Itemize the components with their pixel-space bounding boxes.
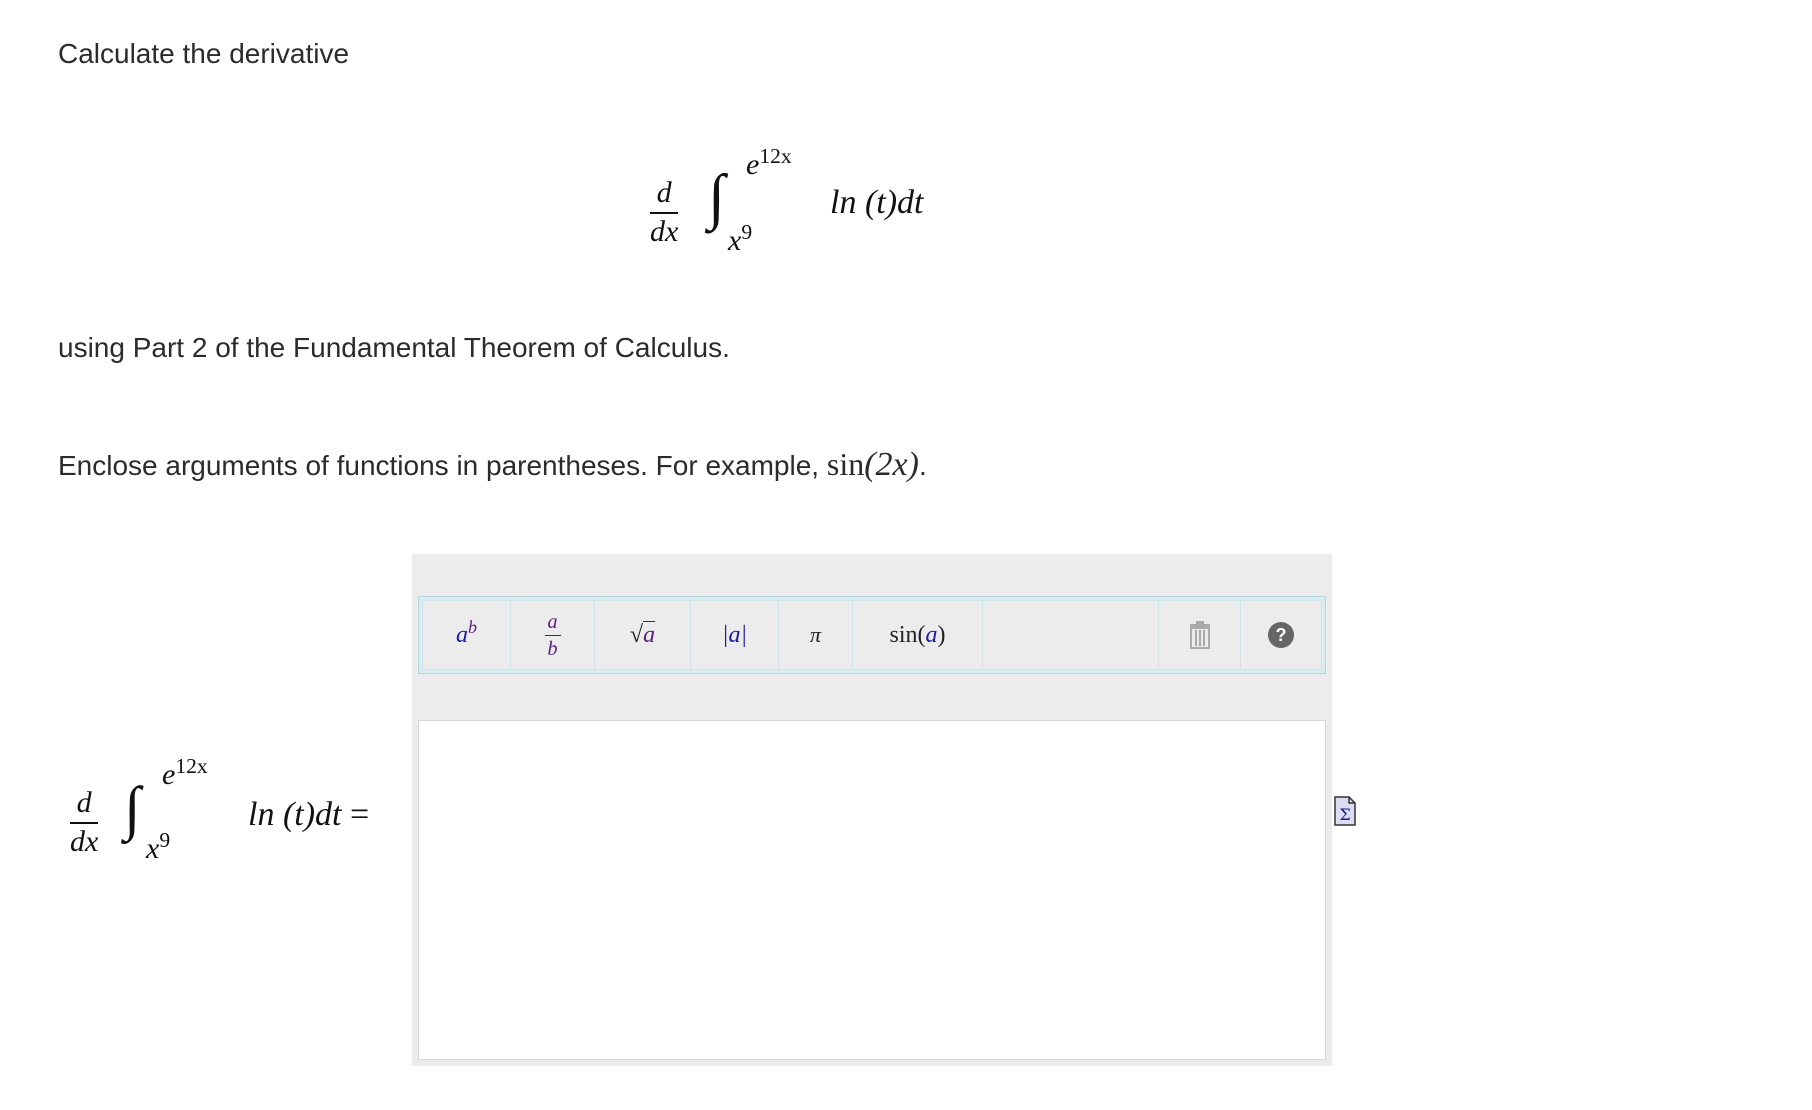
- derivative-numerator: d: [656, 176, 672, 209]
- sigma-icon[interactable]: Σ: [1334, 796, 1356, 826]
- upper-limit: e12x: [746, 144, 792, 181]
- toolbar-spacer: [983, 601, 1159, 669]
- label-derivative-fraction: d dx: [70, 786, 99, 858]
- question-method: using Part 2 of the Fundamental Theorem …: [58, 332, 730, 363]
- label-lower-limit: x9: [146, 828, 171, 865]
- label-integrand: ln (t)dt =: [248, 796, 370, 833]
- label-upper-limit: e12x: [162, 754, 208, 791]
- sin-button[interactable]: sin (a): [853, 601, 983, 669]
- svg-text:Σ: Σ: [1339, 805, 1350, 824]
- integral-sign: ∫: [708, 163, 725, 231]
- lower-limit: x9: [728, 220, 753, 257]
- answer-input[interactable]: [418, 720, 1326, 1060]
- trash-icon[interactable]: [1159, 601, 1241, 669]
- editor-toolbar: ab a b √ a |a| π sin (a) ?: [418, 596, 1326, 674]
- fraction-button[interactable]: a b: [511, 601, 595, 669]
- display-math: d dx ∫ e12x x9 ln (t)dt: [650, 140, 950, 270]
- pi-button[interactable]: π: [779, 601, 853, 669]
- label-integral-sign: ∫: [124, 775, 141, 841]
- svg-text:?: ?: [1276, 625, 1287, 645]
- abs-button[interactable]: |a|: [691, 601, 779, 669]
- power-button[interactable]: ab: [423, 601, 511, 669]
- help-icon[interactable]: ?: [1241, 601, 1321, 669]
- question-intro: Calculate the derivative: [58, 38, 350, 69]
- answer-label-math: d dx ∫ e12x x9 ln (t)dt =: [70, 752, 410, 872]
- question-instruction: Enclose arguments of functions in parent…: [58, 446, 927, 483]
- derivative-denominator: dx: [650, 215, 679, 248]
- derivative-fraction: d dx: [650, 176, 679, 248]
- sqrt-button[interactable]: √ a: [595, 601, 691, 669]
- integrand: ln (t)dt: [830, 184, 924, 221]
